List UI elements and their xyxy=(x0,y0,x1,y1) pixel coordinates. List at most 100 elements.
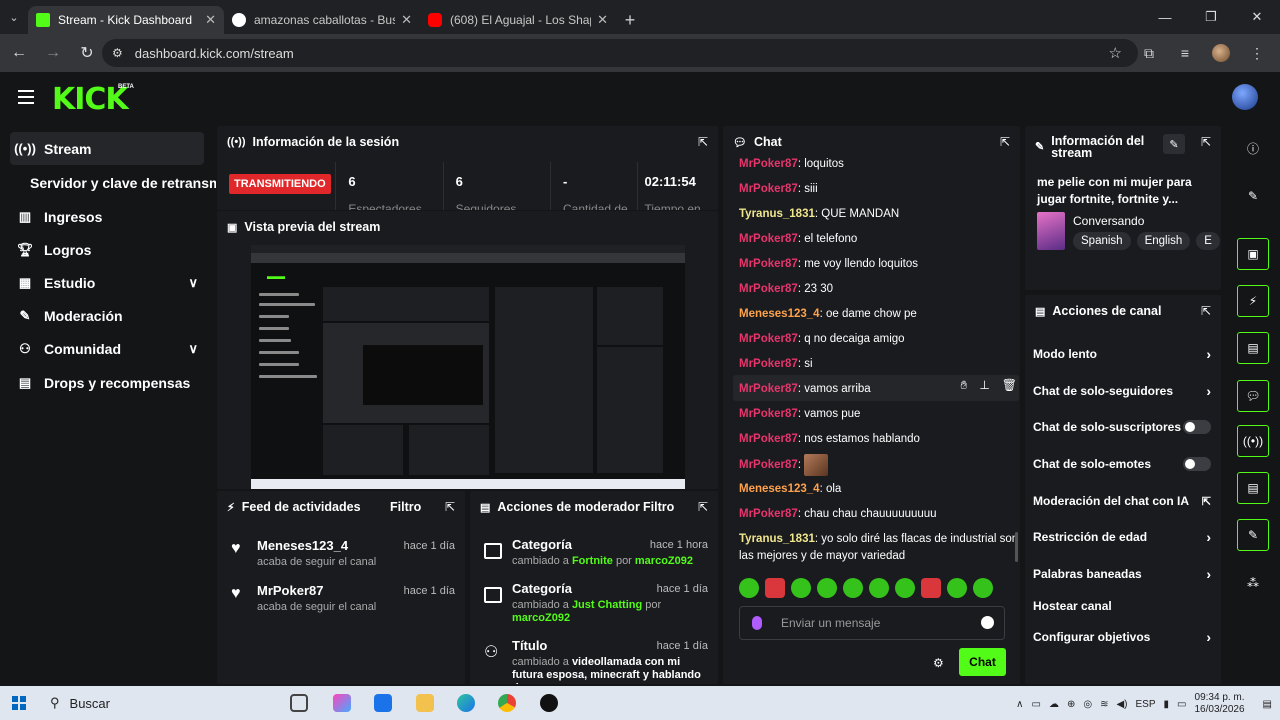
action-host-channel[interactable]: Hostear canal xyxy=(1033,594,1211,618)
tab-search-button[interactable]: ⌄ xyxy=(0,0,28,34)
emote-icon[interactable] xyxy=(817,578,837,598)
wifi-icon[interactable]: ≋ xyxy=(1100,699,1108,710)
outlook-icon[interactable] xyxy=(374,694,392,712)
bolt-toggle-icon[interactable]: ⚡︎ xyxy=(1237,285,1269,317)
emote-icon[interactable] xyxy=(791,578,811,598)
close-tab-icon[interactable]: ✕ xyxy=(597,12,608,28)
chat-username[interactable]: MrPoker87 xyxy=(739,408,798,420)
mod-filter-button[interactable]: Filtro xyxy=(643,500,674,514)
chat-username[interactable]: MrPoker87 xyxy=(739,183,798,195)
chat-toggle-icon[interactable]: 💬︎ xyxy=(1237,380,1269,412)
new-tab-button[interactable]: + xyxy=(616,6,644,34)
chat-username[interactable]: MrPoker87 xyxy=(739,459,798,471)
close-tab-icon[interactable]: ✕ xyxy=(401,12,412,28)
tray-chevron-icon[interactable]: ∧ xyxy=(1016,699,1023,710)
forward-icon[interactable]: → xyxy=(38,38,68,68)
close-window-icon[interactable]: ✕ xyxy=(1234,0,1280,34)
back-icon[interactable]: ← xyxy=(4,38,34,68)
site-info-icon[interactable]: ⚙ xyxy=(112,46,123,60)
feed-filter-button[interactable]: Filtro xyxy=(390,500,421,514)
emote-icon[interactable] xyxy=(843,578,863,598)
list-toggle-icon[interactable]: ▤ xyxy=(1237,332,1269,364)
action-ai-moderation[interactable]: Moderación del chat con IA ⇱ xyxy=(1033,489,1211,513)
emoji-icon[interactable] xyxy=(981,616,994,629)
taskbar-search[interactable]: ⚲ Buscar xyxy=(50,695,110,711)
action-age-restriction[interactable]: Restricción de edad › xyxy=(1033,525,1211,549)
chat-username[interactable]: MrPoker87 xyxy=(739,158,798,170)
sidebar-item-ingresos[interactable]: ▥ Ingresos xyxy=(10,200,204,233)
chat-username[interactable]: Tyranus_1831 xyxy=(739,533,815,545)
emote-icon[interactable] xyxy=(869,578,889,598)
emote-icon[interactable] xyxy=(739,578,759,598)
action-followers-only[interactable]: Chat de solo-seguidores › xyxy=(1033,379,1211,403)
chat-username[interactable]: MrPoker87 xyxy=(739,433,798,445)
chat-send-button[interactable]: Chat xyxy=(959,648,1006,676)
sidebar-item-server-key[interactable]: Servidor y clave de retransm xyxy=(30,168,216,198)
expand-icon[interactable]: ⇱ xyxy=(1000,135,1010,149)
microphone-icon[interactable] xyxy=(752,616,762,630)
clock[interactable]: 09:34 p. m. 16/03/2026 xyxy=(1194,692,1244,716)
mic-tray-icon[interactable]: ▮ xyxy=(1164,699,1170,710)
emote-icon[interactable] xyxy=(765,578,785,598)
chat-username[interactable]: MrPoker87 xyxy=(739,233,798,245)
chat-username[interactable]: MrPoker87 xyxy=(739,383,798,395)
expand-icon[interactable]: ⇱ xyxy=(698,135,708,149)
chat-scrollbar[interactable] xyxy=(1015,532,1018,562)
action-goals[interactable]: Configurar objetivos › xyxy=(1033,625,1211,649)
info-icon[interactable]: ⓘ xyxy=(1237,132,1269,164)
desc-user[interactable]: marcoZ092 xyxy=(512,612,570,624)
notifications-icon[interactable]: ▤ xyxy=(1263,699,1272,710)
action-slow-mode[interactable]: Modo lento › xyxy=(1033,342,1211,366)
maximize-icon[interactable]: ❐ xyxy=(1188,0,1234,34)
browser-tab-1[interactable]: Stream - Kick Dashboard ✕ xyxy=(28,6,224,34)
feed-item-name[interactable]: Meneses123_4 xyxy=(257,538,348,553)
emote-icon[interactable] xyxy=(973,578,993,598)
tray-icon[interactable]: ⊕ xyxy=(1067,699,1075,710)
layout-icon[interactable]: ⁂ xyxy=(1237,567,1269,599)
chat-username[interactable]: Tyranus_1831 xyxy=(739,208,815,220)
profile-avatar[interactable] xyxy=(1208,38,1234,68)
browser-tab-3[interactable]: (608) El Aguajal - Los Shapis (1! ✕ xyxy=(420,6,616,34)
menu-icon[interactable]: ⋮ xyxy=(1244,38,1270,68)
sidebar-item-estudio[interactable]: ▦ Estudio ∨ xyxy=(10,266,204,299)
chat-input[interactable]: Enviar un mensaje xyxy=(739,606,1005,640)
expand-icon[interactable]: ⇱ xyxy=(1201,304,1211,318)
chat-username[interactable]: MrPoker87 xyxy=(739,333,798,345)
edit-stream-info-button[interactable]: ✎ xyxy=(1163,134,1185,154)
minimize-icon[interactable]: — xyxy=(1142,0,1188,34)
expand-icon[interactable]: ⇱ xyxy=(1201,135,1211,149)
emotes-only-toggle[interactable] xyxy=(1183,457,1211,471)
file-explorer-icon[interactable] xyxy=(416,694,434,712)
obs-icon[interactable] xyxy=(540,694,558,712)
chat-username[interactable]: Meneses123_4 xyxy=(739,308,820,320)
tray-icon[interactable]: ☁ xyxy=(1049,699,1059,710)
task-view-icon[interactable] xyxy=(290,694,308,712)
emote-icon[interactable] xyxy=(921,578,941,598)
edit-icon[interactable]: ✎ xyxy=(1237,180,1269,212)
battery-icon[interactable]: ▭ xyxy=(1177,699,1186,710)
chat-username[interactable]: MrPoker87 xyxy=(739,283,798,295)
extensions-icon[interactable]: ⧉ xyxy=(1136,38,1162,68)
mod-toggle-icon[interactable]: ▤ xyxy=(1237,472,1269,504)
close-tab-icon[interactable]: ✕ xyxy=(205,12,216,28)
edge-icon[interactable] xyxy=(457,694,475,712)
sidebar-item-comunidad[interactable]: ⚇ Comunidad ∨ xyxy=(10,332,204,365)
tray-icon[interactable]: ▭ xyxy=(1032,699,1041,710)
browser-tab-2[interactable]: amazonas caballotas - Buscar c ✕ xyxy=(224,6,420,34)
media-icon[interactable]: ≡ xyxy=(1172,38,1198,68)
sidebar-item-logros[interactable]: 🏆︎ Logros xyxy=(10,233,204,266)
stream-preview-video[interactable]: ▬▬ xyxy=(251,245,685,489)
chat-settings-icon[interactable]: ⚙ xyxy=(933,656,944,670)
bookmark-star-icon[interactable]: ☆ xyxy=(1109,44,1122,62)
hamburger-menu-icon[interactable] xyxy=(18,90,34,104)
wrench-toggle-icon[interactable]: ✎ xyxy=(1237,519,1269,551)
volume-icon[interactable]: ◀) xyxy=(1116,699,1127,710)
kick-logo[interactable]: KICK xyxy=(52,82,129,117)
address-bar[interactable]: ⚙ dashboard.kick.com/stream ☆ xyxy=(102,39,1138,67)
preview-toggle-icon[interactable]: ▣ xyxy=(1237,238,1269,270)
copilot-icon[interactable] xyxy=(333,694,351,712)
emote-icon[interactable] xyxy=(895,578,915,598)
chrome-icon[interactable] xyxy=(498,694,516,712)
subscribers-only-toggle[interactable] xyxy=(1183,420,1211,434)
sidebar-item-moderacion[interactable]: ✎ Moderación xyxy=(10,299,204,332)
